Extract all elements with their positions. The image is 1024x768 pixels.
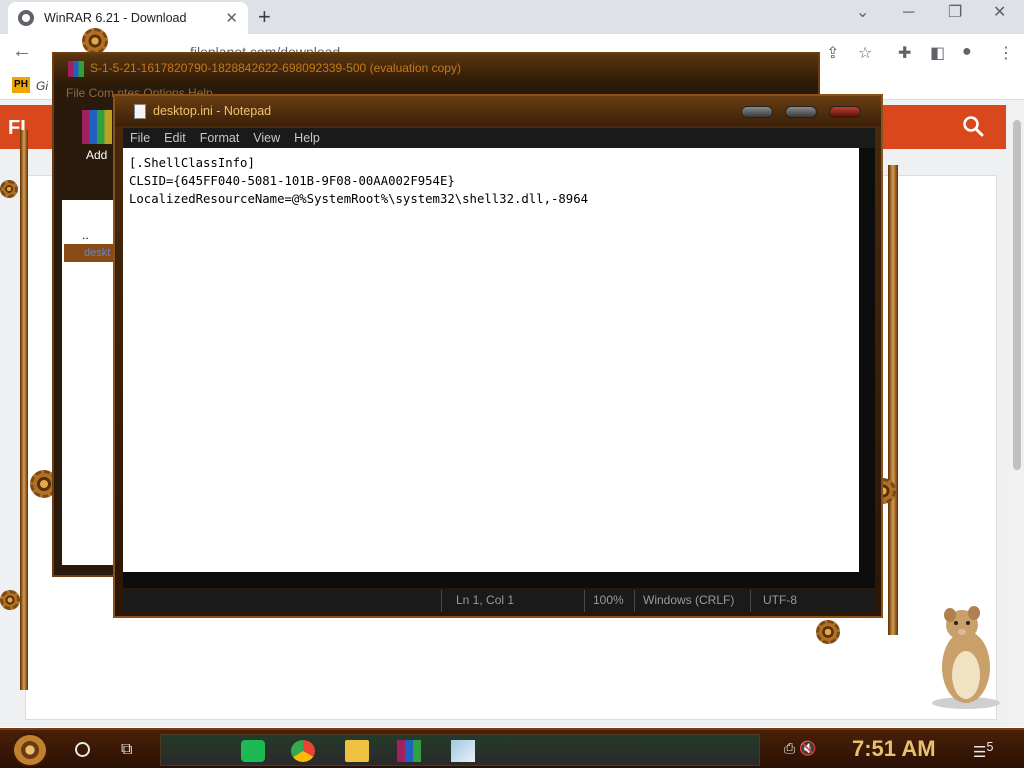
bookmark-item[interactable]: Gi [36,79,48,93]
clock[interactable]: 7:51 AM [852,736,936,762]
tab-close-icon[interactable]: ✕ [225,9,238,27]
status-divider [634,590,635,612]
winrar-add-button[interactable]: Add [86,148,107,162]
notepad-menubar: File Edit Format View Help [123,128,875,148]
notepad-titlebar[interactable]: desktop.ini - Notepad [115,96,881,126]
winrar-selected-item[interactable]: deskt [64,244,120,262]
gear-icon [0,590,20,610]
maximize-button[interactable] [785,106,817,118]
close-icon[interactable]: ✕ [993,2,1006,22]
hamster-mascot-icon [932,606,1000,709]
menu-edit[interactable]: Edit [157,131,193,145]
notepad-title: desktop.ini - Notepad [153,104,272,118]
scrollbar-thumb[interactable] [1013,120,1021,470]
menu-view[interactable]: View [246,131,287,145]
task-view-icon[interactable]: ⧉ [121,741,132,759]
gear-icon [816,620,840,644]
notepad-icon [134,104,146,119]
winrar-item-label: deskt [84,247,111,259]
search-circle-icon[interactable] [75,742,90,757]
browser-tab[interactable]: WinRAR 6.21 - Download ✕ [8,2,248,34]
status-divider [584,590,585,612]
gear-icon [82,28,108,54]
status-bar: Ln 1, Col 1 100% Windows (CRLF) UTF-8 [123,590,875,612]
new-tab-button[interactable]: + [258,4,271,30]
gear-icon [0,180,18,198]
back-button[interactable]: ← [12,40,32,63]
taskbar: ⧉ ⎙ 🔇 7:51 AM ☰5 [0,728,1024,768]
winrar-titlebar[interactable]: S-1-5-21-1617820790-1828842622-698092339… [54,54,818,84]
winrar-app-icon [68,61,84,77]
menu-format[interactable]: Format [193,131,247,145]
file-explorer-icon[interactable] [345,740,369,762]
tab-title: WinRAR 6.21 - Download [44,11,187,25]
network-volume-tray-icon[interactable]: ⎙ 🔇 [784,740,817,757]
bookmark-favicon: PH [12,77,30,93]
share-icon[interactable]: ⇪ [826,43,839,63]
notification-icon[interactable]: ☰5 [973,740,993,761]
side-panel-icon[interactable]: ◧ [930,43,945,63]
minimize-icon[interactable]: ─ [903,4,914,22]
winrar-title: S-1-5-21-1617820790-1828842622-698092339… [90,61,461,75]
winrar-parent-item[interactable]: .. [82,228,89,242]
search-icon[interactable] [962,115,984,137]
browser-tabstrip: WinRAR 6.21 - Download ✕ + ⌄ ─ ❐ ✕ [0,0,1024,34]
taskbar-apps [160,734,760,766]
sheets-app-icon[interactable] [241,740,265,762]
cursor-position: Ln 1, Col 1 [456,593,515,607]
menu-help[interactable]: Help [287,131,327,145]
status-divider [441,590,442,612]
horizontal-scrollbar[interactable] [123,572,875,588]
extensions-icon[interactable]: ✚ [898,43,911,63]
menu-kebab-icon[interactable]: ⋮ [998,43,1014,63]
notepad-text-area[interactable]: [.ShellClassInfo] CLSID={645FF040-5081-1… [123,148,859,572]
archive-add-icon[interactable] [82,110,112,144]
tab-search-icon[interactable]: ⌄ [856,2,869,22]
menu-file[interactable]: File [123,131,157,145]
minimize-button[interactable] [741,106,773,118]
close-button[interactable] [829,106,861,118]
status-divider [750,590,751,612]
profile-icon[interactable]: ● [962,43,972,61]
bookmark-star-icon[interactable]: ☆ [858,43,872,63]
zoom-level: 100% [593,593,624,607]
globe-icon [18,10,34,26]
chrome-app-icon[interactable] [291,740,315,762]
notepad-window[interactable]: desktop.ini - Notepad File Edit Format V… [113,94,883,618]
line-ending: Windows (CRLF) [643,593,735,607]
vertical-scrollbar[interactable] [859,148,875,572]
notepad-app-icon[interactable] [451,740,475,762]
encoding: UTF-8 [763,593,797,607]
page-scrollbar[interactable] [1010,100,1024,727]
pipe-decoration [20,130,28,690]
winrar-app-icon[interactable] [397,740,421,762]
restore-icon[interactable]: ❐ [948,2,962,22]
notification-count: 5 [986,740,994,754]
pipe-decoration [888,165,898,635]
start-button[interactable] [12,733,48,767]
